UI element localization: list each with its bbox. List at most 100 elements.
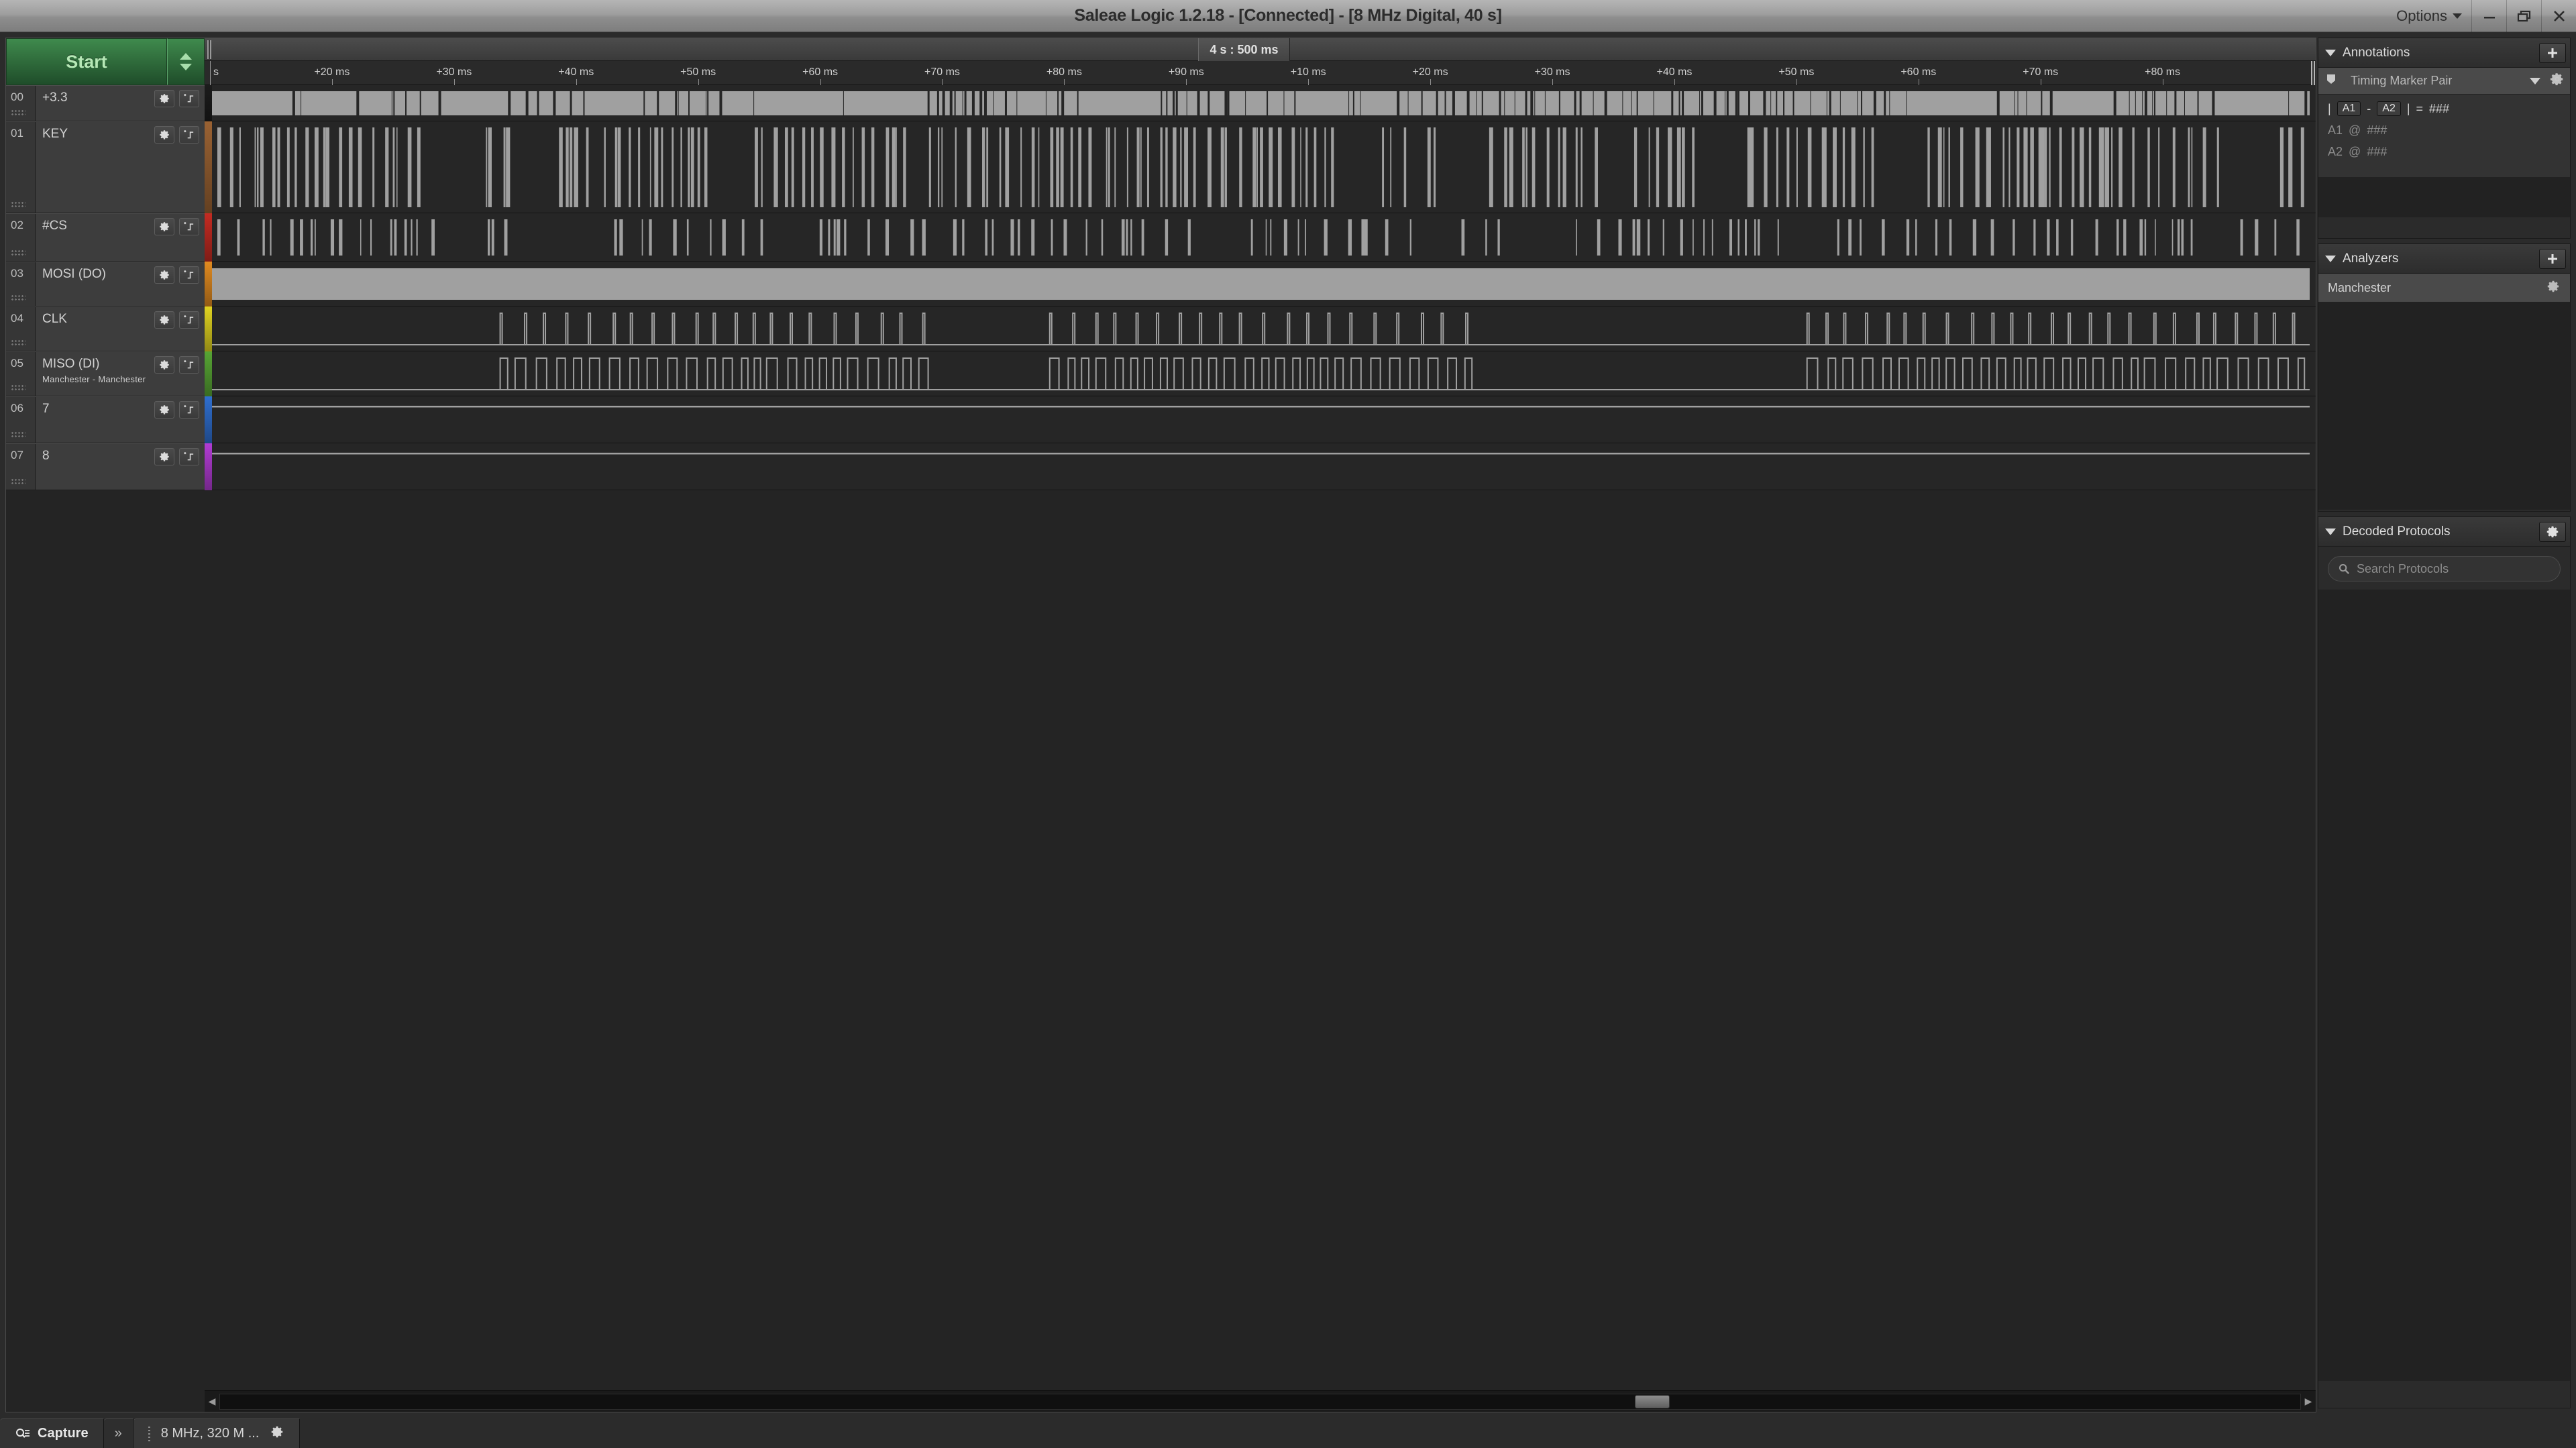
start-button[interactable]: Start (6, 38, 167, 85)
drag-grip-icon[interactable] (11, 384, 25, 392)
channel-row-01[interactable]: 01 KEY (6, 121, 205, 213)
analyzers-header[interactable]: Analyzers (2318, 244, 2570, 274)
drag-grip-icon[interactable] (11, 294, 25, 302)
channel-number: 00 (6, 86, 36, 121)
drag-grip-icon[interactable] (11, 339, 25, 347)
channel-trigger-button[interactable] (179, 218, 199, 235)
channel-trigger-button[interactable] (179, 90, 199, 107)
ruler-tick-label: +70 ms (924, 66, 960, 78)
search-icon (2339, 563, 2350, 575)
channel-settings-button[interactable] (154, 266, 174, 284)
waveform-lane (212, 213, 2310, 262)
waveform-svg (212, 406, 2310, 408)
add-analyzer-button[interactable] (2539, 248, 2566, 269)
channel-trigger-button[interactable] (179, 126, 199, 144)
chevron-left-icon[interactable]: ◀ (205, 1391, 219, 1412)
start-controls: Start (6, 38, 205, 85)
channel-settings-button[interactable] (154, 356, 174, 374)
channel-row-03[interactable]: 03 MOSI (DO) (6, 262, 205, 307)
analyzer-settings-button[interactable] (2546, 279, 2561, 297)
channel-settings-button[interactable] (154, 311, 174, 329)
channel-settings-button[interactable] (154, 90, 174, 107)
add-annotation-button[interactable] (2539, 42, 2566, 63)
capture-label: Capture (38, 1426, 89, 1441)
waveform-03[interactable] (212, 262, 2316, 307)
status-bar: Capture » 8 MHz, 320 M ... (0, 1413, 2576, 1448)
channel-number: 05 (6, 352, 36, 396)
channel-settings-button[interactable] (154, 401, 174, 419)
protocol-search-wrap: Search Protocols (2318, 547, 2570, 590)
triangle-down-icon[interactable] (2325, 49, 2336, 56)
channel-body: 7 (36, 397, 205, 443)
marker-a2-badge[interactable]: A2 (2377, 101, 2401, 116)
channel-row-02[interactable]: 02 #CS (6, 213, 205, 262)
channel-row-00[interactable]: 00 +3.3 (6, 85, 205, 121)
horizontal-scrollbar[interactable]: ◀ ▶ (205, 1390, 2316, 1412)
start-options-stepper[interactable] (167, 38, 205, 85)
add-trigger-edge-icon (184, 315, 194, 324)
triangle-down-icon[interactable] (2530, 77, 2540, 85)
annotations-header[interactable]: Annotations (2318, 38, 2570, 68)
close-button[interactable] (2541, 0, 2576, 32)
drag-grip-icon[interactable] (11, 201, 25, 209)
triangle-down-icon[interactable] (2325, 255, 2336, 262)
channel-settings-button[interactable] (154, 448, 174, 465)
gear-icon (160, 405, 169, 414)
chevron-right-icon[interactable]: ▶ (2301, 1391, 2316, 1412)
minimize-button[interactable] (2471, 0, 2506, 32)
drag-dots-icon (148, 1426, 150, 1441)
decoded-protocols-header[interactable]: Decoded Protocols (2318, 517, 2570, 547)
waveform-02[interactable] (212, 213, 2316, 262)
drag-grip-icon[interactable] (11, 478, 25, 486)
channel-row-05[interactable]: 05 MISO (DI) Manchester - Manchester (6, 351, 205, 396)
waveform-region: 4 s : 500 ms s +20 ms +30 ms +40 ms +50 ms +6… (205, 38, 2316, 1412)
maximize-button[interactable] (2506, 0, 2541, 32)
marker-settings-button[interactable] (2550, 72, 2565, 90)
channel-settings-button[interactable] (154, 126, 174, 144)
device-settings-tab[interactable]: 8 MHz, 320 M ... (133, 1418, 301, 1448)
triangle-down-icon (180, 64, 192, 70)
channel-settings-button[interactable] (154, 218, 174, 235)
channel-color-strip (205, 85, 212, 1390)
drag-grip-icon[interactable] (11, 431, 25, 439)
waveform-01[interactable] (212, 121, 2316, 213)
time-ruler[interactable]: s +20 ms +30 ms +40 ms +50 ms +60 ms +70 ms +80… (205, 61, 2316, 85)
device-settings-button[interactable] (270, 1425, 284, 1443)
waveform-05[interactable] (212, 351, 2316, 396)
analyzer-item-manchester[interactable]: Manchester (2318, 274, 2570, 302)
channel-trigger-button[interactable] (179, 356, 199, 374)
plus-icon (2548, 254, 2557, 264)
scrollbar-track[interactable] (219, 1393, 2301, 1410)
channel-row-07[interactable]: 07 8 (6, 443, 205, 490)
channel-row-06[interactable]: 06 7 (6, 396, 205, 443)
timing-marker-pair-row[interactable]: Timing Marker Pair (2318, 68, 2570, 95)
time-drag-handle[interactable] (207, 40, 211, 59)
scrollbar-thumb[interactable] (1634, 1394, 1670, 1408)
drag-grip-icon[interactable] (11, 109, 25, 117)
capture-tab[interactable]: Capture (0, 1418, 104, 1448)
expand-panel-button[interactable]: » (103, 1418, 133, 1448)
waveform-06[interactable] (212, 396, 2316, 443)
marker-a1-badge[interactable]: A1 (2337, 101, 2361, 116)
drag-grip-icon[interactable] (11, 249, 25, 257)
channel-buttons (154, 311, 199, 329)
channel-row-04[interactable]: 04 CLK (6, 307, 205, 351)
options-label: Options (2396, 7, 2447, 24)
channel-list: 00 +3.3 01 KEY 02 #CS 03 MOSI (DO) 04 CLK 05 MISO (… (6, 85, 205, 1412)
waveform-07[interactable] (212, 443, 2316, 490)
channel-trigger-button[interactable] (179, 448, 199, 465)
options-menu-button[interactable]: Options (2384, 0, 2471, 32)
decoded-protocols-settings-button[interactable] (2539, 521, 2566, 542)
channel-trigger-button[interactable] (179, 401, 199, 419)
waveform-rows[interactable] (212, 85, 2316, 1390)
channel-trigger-button[interactable] (179, 311, 199, 329)
waveform-svg (217, 219, 2300, 256)
time-selection-bar[interactable]: 4 s : 500 ms (205, 38, 2316, 61)
waveform-00[interactable] (212, 85, 2316, 121)
title-bar: Saleae Logic 1.2.18 - [Connected] - [8 M… (0, 0, 2576, 32)
channel-trigger-button[interactable] (179, 266, 199, 284)
analyzer-name: Manchester (2328, 280, 2392, 294)
search-protocols-input[interactable]: Search Protocols (2328, 556, 2561, 581)
waveform-04[interactable] (212, 307, 2316, 351)
triangle-down-icon[interactable] (2325, 528, 2336, 535)
